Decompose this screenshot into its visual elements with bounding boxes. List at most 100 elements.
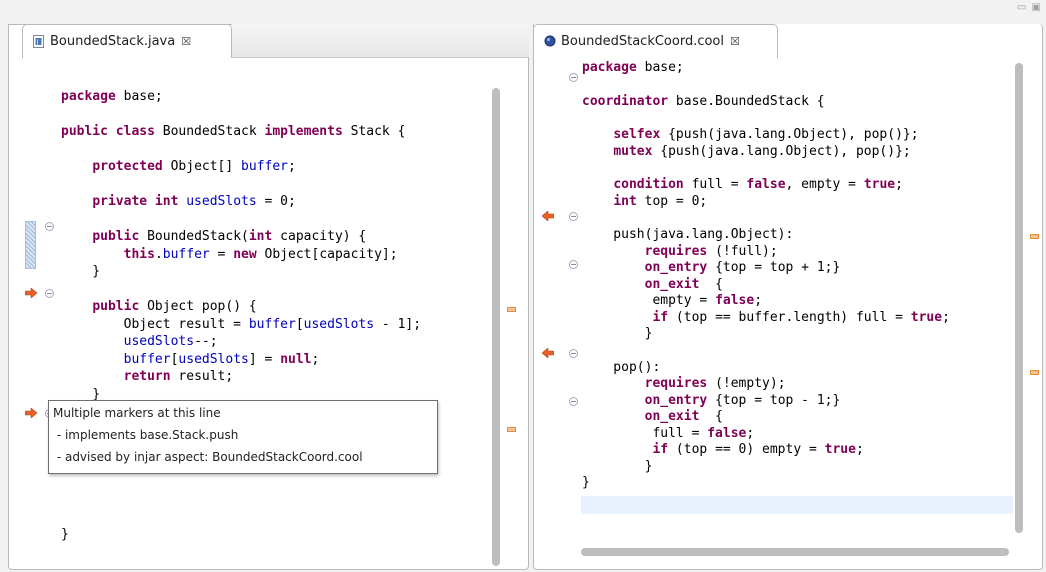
fold-collapse-icon[interactable] xyxy=(569,349,578,358)
code-token: { xyxy=(699,276,723,292)
java-editor[interactable]: package base; public class BoundedStack i… xyxy=(9,83,528,569)
code-token: ; xyxy=(942,309,950,325)
code-line[interactable]: this.buffer = new Object[capacity]; xyxy=(61,247,398,263)
overview-ruler-marker[interactable] xyxy=(1030,234,1039,239)
tab-bounded-stack-java[interactable]: J BoundedStack.java ☒ xyxy=(22,24,232,58)
keyword-token: false xyxy=(707,425,747,441)
cool-editor[interactable]: package base; coordinator base.BoundedSta… xyxy=(534,58,1042,569)
code-line[interactable]: pop(): xyxy=(582,360,660,376)
horizontal-scrollbar-thumb[interactable] xyxy=(581,548,1009,556)
tab-label: BoundedStack.java xyxy=(50,34,176,49)
code-token: ; xyxy=(754,293,763,308)
code-line[interactable]: buffer[usedSlots] = null; xyxy=(61,351,320,368)
view-minmax-controls[interactable]: ▭ ▣ xyxy=(1017,2,1042,13)
code-line[interactable]: mutex {push(java.lang.Object), pop()}; xyxy=(582,143,910,160)
keyword-token: mutex xyxy=(613,143,653,159)
keyword-token: selfex xyxy=(613,127,661,142)
code-line[interactable]: protected Object[] buffer; xyxy=(61,159,296,175)
code-token: Object result = xyxy=(61,316,249,332)
code-token: (!empty); xyxy=(707,376,786,391)
code-line[interactable]: package base; xyxy=(61,89,163,105)
code-line[interactable]: if (top == 0) empty = true; xyxy=(582,442,863,458)
code-token: push(java.lang.Object): xyxy=(582,227,794,242)
code-line[interactable]: package base; xyxy=(582,60,684,76)
code-token: } xyxy=(61,526,69,542)
code-token: {top = top + 1;} xyxy=(707,260,841,275)
code-line[interactable]: selfex {push(java.lang.Object), pop()}; xyxy=(582,127,918,143)
advice-source-icon[interactable] xyxy=(542,211,554,221)
tooltip-item: - implements base.Stack.push xyxy=(53,428,239,442)
code-line[interactable]: } xyxy=(61,264,100,280)
code-line[interactable]: usedSlots--; xyxy=(61,334,218,350)
code-line[interactable]: Object result = buffer[usedSlots - 1]; xyxy=(61,317,421,333)
overview-ruler-marker[interactable] xyxy=(1030,370,1039,375)
code-line[interactable]: } xyxy=(582,326,653,342)
fold-collapse-icon[interactable] xyxy=(569,397,578,406)
advice-source-icon[interactable] xyxy=(542,348,554,358)
code-line[interactable]: on_exit { xyxy=(582,409,723,425)
close-icon[interactable]: ☒ xyxy=(181,35,191,48)
field-token: usedSlots xyxy=(178,351,249,367)
code-line[interactable]: full = false; xyxy=(582,426,754,442)
code-line[interactable]: requires (!full); xyxy=(582,244,778,260)
code-line[interactable]: } xyxy=(582,475,590,491)
fold-collapse-icon[interactable] xyxy=(569,212,578,221)
field-token: buffer xyxy=(162,246,210,262)
code-line[interactable]: } xyxy=(582,459,653,475)
keyword-token: if xyxy=(652,442,669,457)
markers-tooltip: Multiple markers at this line - implemen… xyxy=(48,400,438,474)
keyword-token: true xyxy=(824,442,856,457)
code-line[interactable]: if (top == buffer.length) full = true; xyxy=(582,309,950,326)
keyword-token: package xyxy=(582,60,637,75)
keyword-token: int xyxy=(613,193,637,209)
code-line[interactable]: coordinator base.BoundedStack { xyxy=(582,94,825,110)
keyword-token: true xyxy=(863,177,896,192)
fold-collapse-icon[interactable] xyxy=(45,222,54,231)
close-icon[interactable]: ☒ xyxy=(730,35,740,48)
advice-marker-icon[interactable] xyxy=(25,288,37,298)
fold-collapse-icon[interactable] xyxy=(569,73,578,82)
code-token: Stack { xyxy=(342,124,406,139)
code-line[interactable]: } xyxy=(61,527,69,543)
overview-ruler-marker[interactable] xyxy=(507,307,516,312)
code-token: capacity) { xyxy=(272,229,367,244)
code-line[interactable]: public Object pop() { xyxy=(61,299,256,315)
code-line[interactable]: public BoundedStack(int capacity) { xyxy=(61,229,366,245)
keyword-token: true xyxy=(910,309,943,325)
field-token: usedSlots xyxy=(123,334,195,349)
advice-marker-icon[interactable] xyxy=(25,408,37,418)
keyword-token: if xyxy=(652,309,669,325)
code-line[interactable]: push(java.lang.Object): xyxy=(582,227,793,243)
code-line[interactable]: on_exit { xyxy=(582,277,723,293)
left-tabbar-background xyxy=(232,24,529,58)
keyword-token: return xyxy=(123,369,171,384)
diff-change-marker[interactable] xyxy=(25,221,36,269)
tab-bounded-stack-coord-cool[interactable]: BoundedStackCoord.cool ☒ xyxy=(533,24,778,58)
vertical-ruler[interactable] xyxy=(9,83,55,553)
code-token: ; xyxy=(746,425,755,441)
fold-collapse-icon[interactable] xyxy=(569,260,578,269)
code-token: pop(): xyxy=(582,359,661,375)
code-token: top = 0; xyxy=(636,193,708,209)
code-line[interactable]: public class BoundedStack implements Sta… xyxy=(61,124,405,140)
code-token: empty = xyxy=(582,293,716,308)
code-line[interactable]: private int usedSlots = 0; xyxy=(61,194,296,210)
vertical-scrollbar-thumb[interactable] xyxy=(492,88,500,566)
code-line[interactable]: on_entry {top = top - 1;} xyxy=(582,392,841,409)
code-line[interactable]: int top = 0; xyxy=(582,194,707,210)
cool-source-code[interactable]: package base; coordinator base.BoundedSta… xyxy=(582,60,1002,500)
code-line[interactable]: requires (!empty); xyxy=(582,376,786,392)
code-line[interactable]: condition full = false, empty = true; xyxy=(582,177,903,193)
code-line[interactable]: on_entry {top = top + 1;} xyxy=(582,260,841,276)
code-token: } xyxy=(582,326,653,341)
vertical-scrollbar-thumb[interactable] xyxy=(1015,63,1023,533)
overview-ruler-marker[interactable] xyxy=(507,427,516,432)
code-line[interactable]: empty = false; xyxy=(582,293,762,309)
keyword-token: on_entry xyxy=(644,392,708,408)
fold-collapse-icon[interactable] xyxy=(45,289,54,298)
tooltip-item: - advised by injar aspect: BoundedStackC… xyxy=(53,450,363,464)
code-token: } xyxy=(582,475,590,490)
code-line[interactable]: return result; xyxy=(61,369,234,385)
